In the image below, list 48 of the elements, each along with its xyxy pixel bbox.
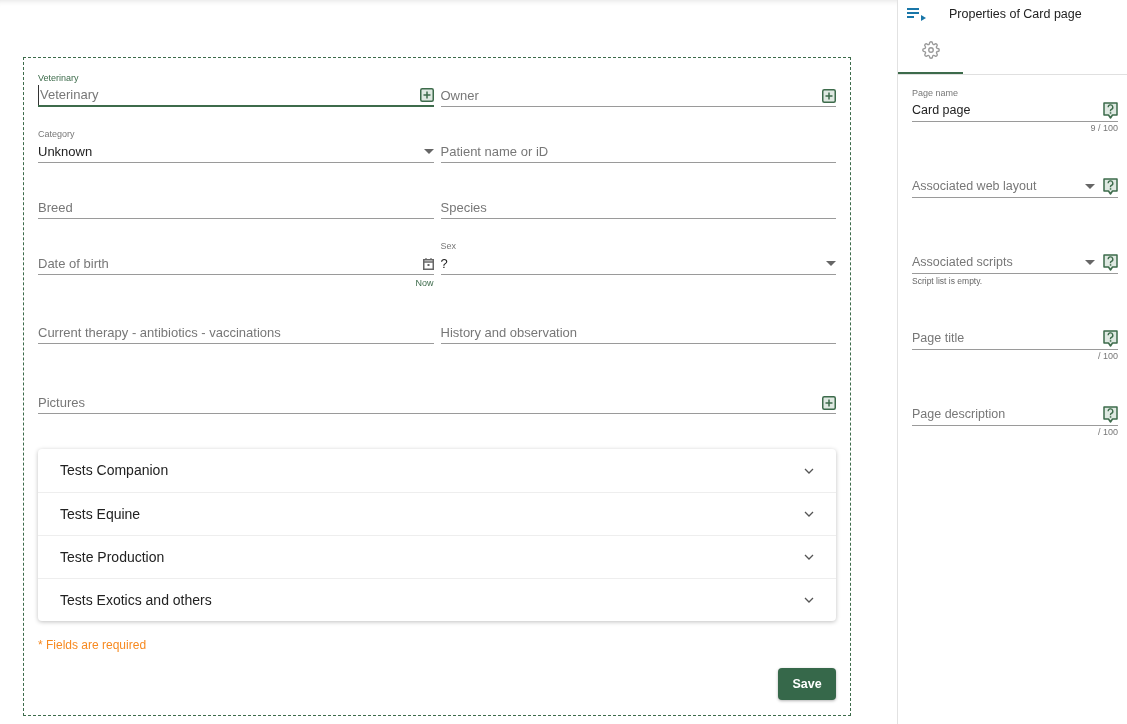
dropdown-caret-icon[interactable]	[826, 261, 836, 266]
add-icon[interactable]	[419, 88, 434, 102]
input-field[interactable]: Veterinary Veterinary	[38, 71, 434, 107]
help-icon[interactable]	[1103, 178, 1118, 195]
input-field[interactable]: Owner	[440, 71, 836, 107]
character-counter: / 100	[1097, 426, 1118, 440]
dropdown-caret-icon[interactable]	[423, 149, 434, 154]
dropdown-field[interactable]: Category Unknown	[38, 127, 434, 163]
chevron-icon	[804, 554, 814, 560]
help-icon[interactable]	[1103, 406, 1118, 423]
settings-icon	[921, 41, 940, 59]
chevron-icon	[804, 467, 814, 474]
dropdown-field[interactable]: Associated web layout	[912, 176, 1118, 198]
calendar-icon[interactable]	[422, 257, 434, 270]
input-field[interactable]: Patient name or iD	[440, 127, 836, 163]
input-field[interactable]: Species	[440, 183, 836, 219]
now-link[interactable]: Now	[415, 279, 434, 288]
accordion-header[interactable]: Tests Companion	[38, 449, 836, 492]
help-icon[interactable]	[1103, 102, 1118, 119]
add-icon[interactable]	[822, 88, 836, 103]
dropdown-caret-icon[interactable]	[1085, 260, 1095, 265]
chevron-icon	[804, 511, 814, 517]
date-field[interactable]: Date of birth Now	[38, 239, 434, 288]
accordion-header[interactable]: Tests Equine	[38, 492, 836, 535]
add-icon[interactable]	[822, 395, 836, 410]
dropdown-caret-icon[interactable]	[1085, 184, 1095, 189]
field-hint: Script list is empty.	[912, 274, 983, 288]
input-field[interactable]: Card page	[912, 100, 1118, 122]
help-icon[interactable]	[1103, 330, 1118, 347]
character-counter: 9 / 100	[1090, 122, 1118, 136]
dropdown-field[interactable]: Associated scripts	[912, 252, 1118, 274]
input-field[interactable]: Current therapy - antibiotics - vaccinations	[38, 308, 434, 344]
list-play-icon[interactable]	[907, 7, 927, 21]
input-field[interactable]: Breed	[38, 183, 434, 219]
input-field[interactable]: Page description	[912, 404, 1118, 426]
accordion-header[interactable]: Tests Exotics and others	[38, 578, 836, 621]
required-note: * Fields are required	[38, 637, 148, 654]
help-icon[interactable]	[1103, 254, 1118, 271]
input-field[interactable]: Page title	[912, 328, 1118, 350]
panel-title: Properties of Card page	[949, 5, 1082, 23]
character-counter: / 100	[1097, 350, 1118, 364]
save-button[interactable]: Save	[778, 668, 836, 700]
input-field[interactable]: History and observation	[440, 308, 836, 344]
accordion-header[interactable]: Teste Production	[38, 535, 836, 578]
field-label: Page name	[912, 89, 959, 98]
dropdown-field[interactable]: Sex ?	[440, 239, 836, 275]
chevron-icon	[804, 597, 814, 603]
input-field[interactable]: Pictures	[38, 378, 836, 414]
